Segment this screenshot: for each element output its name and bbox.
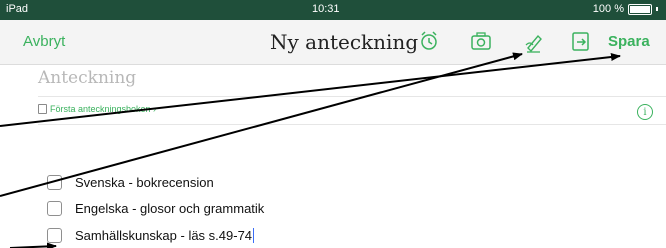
notebook-name: Första anteckningsboken › (50, 104, 157, 114)
checkbox[interactable] (47, 228, 62, 243)
todo-label[interactable]: Svenska - bokrecension (75, 175, 214, 190)
battery-icon (628, 3, 652, 15)
battery-tip-icon (656, 7, 658, 11)
status-bar: iPad 10:31 100 % (0, 0, 666, 20)
save-button[interactable]: Spara (608, 33, 650, 50)
todo-item: Samhällskunskap - läs s.49-74 (47, 228, 255, 243)
title-divider (38, 96, 666, 97)
arrow-to-save (0, 53, 621, 127)
todo-label[interactable]: Engelska - glosor och grammatik (75, 201, 264, 216)
checkbox[interactable] (47, 175, 62, 190)
notebook-divider (38, 124, 666, 125)
todo-label[interactable]: Samhällskunskap - läs s.49-74 (75, 228, 255, 243)
battery-status: 100 % (593, 3, 658, 15)
info-icon[interactable]: i (637, 104, 653, 120)
camera-icon[interactable] (468, 28, 494, 54)
navigation-bar: Avbryt Ny anteckning Spara (0, 20, 666, 65)
page-title: Ny anteckning (270, 30, 419, 54)
cancel-button[interactable]: Avbryt (23, 33, 65, 50)
todo-label-text: Samhällskunskap - läs s.49-74 (75, 228, 253, 243)
device-label: iPad (6, 3, 29, 15)
battery-percent: 100 % (592, 3, 624, 15)
alarm-icon[interactable] (416, 28, 442, 54)
note-title-input[interactable]: Anteckning (38, 68, 136, 88)
todo-item: Engelska - glosor och grammatik (47, 201, 264, 216)
share-icon[interactable] (568, 28, 594, 54)
status-time: 10:31 (312, 3, 340, 15)
checkbox[interactable] (47, 201, 62, 216)
notebook-selector[interactable]: Första anteckningsboken › (38, 104, 156, 114)
notebook-icon (38, 104, 47, 114)
text-caret (253, 228, 255, 243)
todo-item: Svenska - bokrecension (47, 175, 214, 190)
handwriting-icon[interactable] (520, 28, 546, 54)
